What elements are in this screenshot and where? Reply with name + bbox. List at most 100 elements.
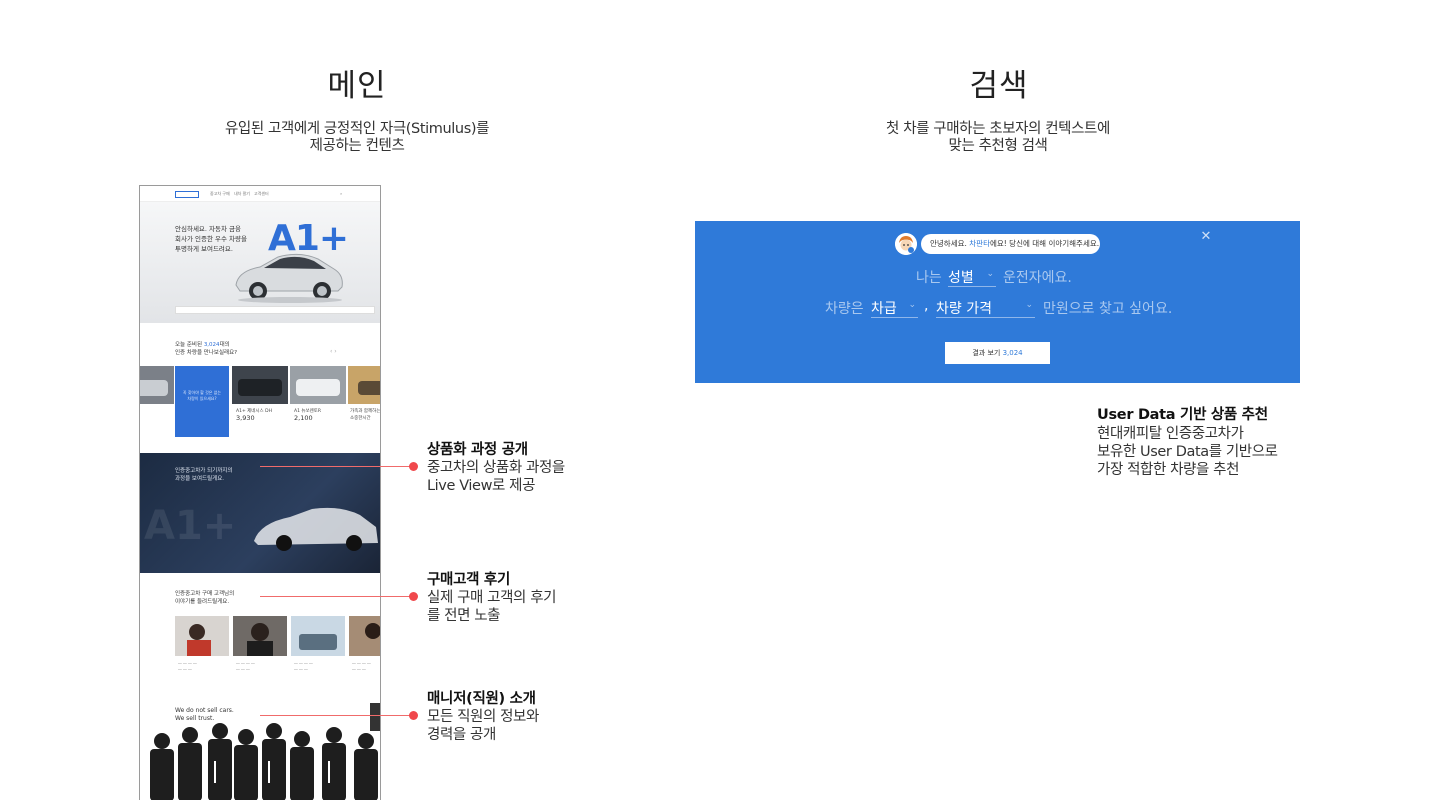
annotation-title: 매니저(직원) 소개 <box>427 691 536 707</box>
comma-separator: , <box>924 298 929 314</box>
inventory-count: 3,024 <box>203 342 220 348</box>
annotation-desc: 실제 구매 고객의 후기 를 전면 노출 <box>427 589 556 625</box>
car-thumbnail[interactable] <box>232 366 288 404</box>
inventory-text: 대의 <box>219 342 230 348</box>
main-column-subtitle: 유입된 고객에게 긍정적인 자극(Stimulus)를 제공하는 컨텐츠 <box>147 121 567 155</box>
bubble-text: 에요! 당신에 대해 이야기해주세요. <box>989 239 1100 248</box>
main-column-title: 메인 <box>327 68 387 104</box>
find-car-text: 꼭 찾아야 할 것은 없는 차량이 있으세요? <box>182 390 222 401</box>
mockup-hero: 안심하세요. 자동차 금융 회사가 인증한 우수 차량을 투명하게 보여드려요.… <box>140 202 380 323</box>
review-photo[interactable] <box>233 616 287 656</box>
mockup-nav-item[interactable]: 내차 팔기 <box>234 191 250 197</box>
search-subtitle-line1: 첫 차를 구매하는 초보자의 컨텍스트에 <box>886 121 1110 137</box>
bubble-text: 안녕하세요. <box>930 239 970 248</box>
search-column-subtitle: 첫 차를 구매하는 초보자의 컨텍스트에 맞는 추천형 검색 <box>788 121 1208 155</box>
product-name: 가족과 함께하는 소중한시간 <box>350 409 381 421</box>
mockup-logo[interactable] <box>175 191 199 198</box>
inventory-text: 인증 차량을 만나보실래요? <box>175 350 238 356</box>
mockup-search-icon[interactable]: ⌕ <box>340 191 342 196</box>
car-thumbnail[interactable] <box>348 366 381 404</box>
annotation-desc-line: Live View로 제공 <box>427 478 536 494</box>
mockup-nav: 중고차 구매 내차 팔기 고객센터 ⌕ <box>140 186 380 202</box>
product-price: 3,930 <box>236 414 255 422</box>
main-subtitle-line1: 유입된 고객에게 긍정적인 자극(Stimulus)를 <box>224 121 490 137</box>
annotation-desc-line: 를 전면 노출 <box>427 608 501 624</box>
review-line: 이야기를 들려드릴게요. <box>175 599 230 605</box>
hero-search-bar[interactable] <box>175 306 375 314</box>
gender-select-value: 성별 <box>948 270 974 286</box>
product-card[interactable]: A1 뉴쏘렌토R 2,100 <box>294 408 321 422</box>
annotation-desc: 모든 직원의 정보와 경력을 공개 <box>427 708 539 744</box>
mockup-process-section: 인증중고차가 되기까지의 과정을 보여드릴게요. A1+ <box>140 453 380 573</box>
staff-group-photo <box>150 723 378 800</box>
review-caption: ― ― ― ― ― ― ― <box>236 660 255 671</box>
review-photo[interactable] <box>175 616 229 656</box>
annotation-desc: 중고차의 상품화 과정을 Live View로 제공 <box>427 459 565 495</box>
result-count: 3,024 <box>1002 349 1023 357</box>
product-card[interactable]: A1+ 제네시스 DH 3,930 <box>236 408 272 422</box>
product-price: 2,100 <box>294 414 313 422</box>
process-heading: 인증중고차가 되기까지의 과정을 보여드릴게요. <box>175 467 232 483</box>
car-class-select-value: 차급 <box>871 301 897 317</box>
annotation-desc-line: 실제 구매 고객의 후기 <box>427 590 557 606</box>
search-column-title: 검색 <box>969 68 1029 104</box>
process-line: 인증중고차가 되기까지의 <box>175 468 233 474</box>
show-results-button[interactable]: 결과 보기 3,024 <box>945 342 1050 364</box>
main-subtitle-line2: 제공하는 컨텐츠 <box>309 138 405 154</box>
annotation-connector <box>260 715 412 716</box>
annotation-desc-line: 경력을 공개 <box>427 727 496 743</box>
review-photo[interactable] <box>349 616 381 656</box>
recommendation-desc-line: 현대캐피탈 인증중고차가 <box>1097 426 1244 442</box>
mockup-nav-item[interactable]: 중고차 구매 <box>210 191 230 197</box>
carousel-arrows-icon[interactable]: ‹ › <box>330 348 337 355</box>
mockup-nav-item[interactable]: 고객센터 <box>254 191 269 197</box>
annotation-desc-line: 모든 직원의 정보와 <box>427 709 539 725</box>
recommendation-desc: 현대캐피탈 인증중고차가 보유한 User Data를 기반으로 가장 적합한 … <box>1097 425 1317 479</box>
car-thumbnail[interactable] <box>139 366 174 404</box>
annotation-dot <box>409 592 418 601</box>
car-thumbnail[interactable] <box>290 366 346 404</box>
product-card[interactable]: 가족과 함께하는 소중한시간 <box>350 408 381 422</box>
annotation-connector <box>260 466 412 467</box>
review-caption: ― ― ― ― ― ― ― <box>178 660 197 671</box>
assistant-speech-bubble: 안녕하세요. 차판타에요! 당신에 대해 이야기해주세요. <box>921 234 1100 254</box>
gender-select[interactable]: 성별 ⌄ <box>948 267 996 287</box>
main-page-mockup: 중고차 구매 내차 팔기 고객센터 ⌕ 안심하세요. 자동차 금융 회사가 인증… <box>139 185 381 800</box>
chevron-down-icon: ⌄ <box>1025 300 1033 310</box>
hero-line: 회사가 인증한 우수 차량을 <box>175 235 247 243</box>
review-caption: ― ― ― ― ― ― ― <box>294 660 313 671</box>
price-select[interactable]: 차량 가격 ⌄ <box>936 298 1035 318</box>
recommendation-desc-line: 보유한 User Data를 기반으로 <box>1097 444 1278 460</box>
review-line: 인증중고차 구매 고객님의 <box>175 591 235 597</box>
review-caption: ― ― ― ― ― ― ― <box>352 660 371 671</box>
find-car-card[interactable]: 꼭 찾아야 할 것은 없는 차량이 있으세요? <box>175 366 229 437</box>
review-photo[interactable] <box>291 616 345 656</box>
assistant-avatar-icon <box>895 233 917 255</box>
annotation-dot <box>409 711 418 720</box>
process-brand-watermark: A1+ <box>144 503 237 549</box>
row1-suffix: 운전자에요. <box>1003 270 1072 286</box>
process-car-image <box>254 507 378 551</box>
inventory-heading: 오늘 준비된 3,024대의 인증 차량을 만나보실래요? <box>175 341 237 357</box>
process-line: 과정을 보여드릴게요. <box>175 476 225 482</box>
annotation-title: 상품화 과정 공개 <box>427 442 528 458</box>
annotation-title: 구매고객 후기 <box>427 572 510 588</box>
inventory-text: 오늘 준비된 <box>175 342 204 348</box>
review-heading: 인증중고차 구매 고객님의 이야기를 들려드릴게요. <box>175 590 234 606</box>
annotation-desc-line: 중고차의 상품화 과정을 <box>427 460 565 476</box>
car-class-select[interactable]: 차급 ⌄ <box>871 298 918 318</box>
bubble-name: 차판타 <box>969 239 990 248</box>
row2-suffix: 만원으로 찾고 싶어요. <box>1043 301 1173 317</box>
annotation-connector <box>260 596 412 597</box>
recommendation-desc-line: 가장 적합한 차량을 추천 <box>1097 462 1240 478</box>
row2-prefix: 차량은 <box>825 301 864 317</box>
chevron-down-icon: ⌄ <box>986 269 994 279</box>
chevron-down-icon: ⌄ <box>908 300 916 310</box>
hero-line: 안심하세요. 자동차 금융 <box>175 225 241 233</box>
manager-line: We do not sell cars. <box>175 707 234 714</box>
row1-prefix: 나는 <box>916 270 942 286</box>
close-icon[interactable]: ✕ <box>1199 230 1213 244</box>
price-select-value: 차량 가격 <box>936 301 992 317</box>
recommendation-title: User Data 기반 상품 추천 <box>1097 407 1268 423</box>
annotation-dot <box>409 462 418 471</box>
